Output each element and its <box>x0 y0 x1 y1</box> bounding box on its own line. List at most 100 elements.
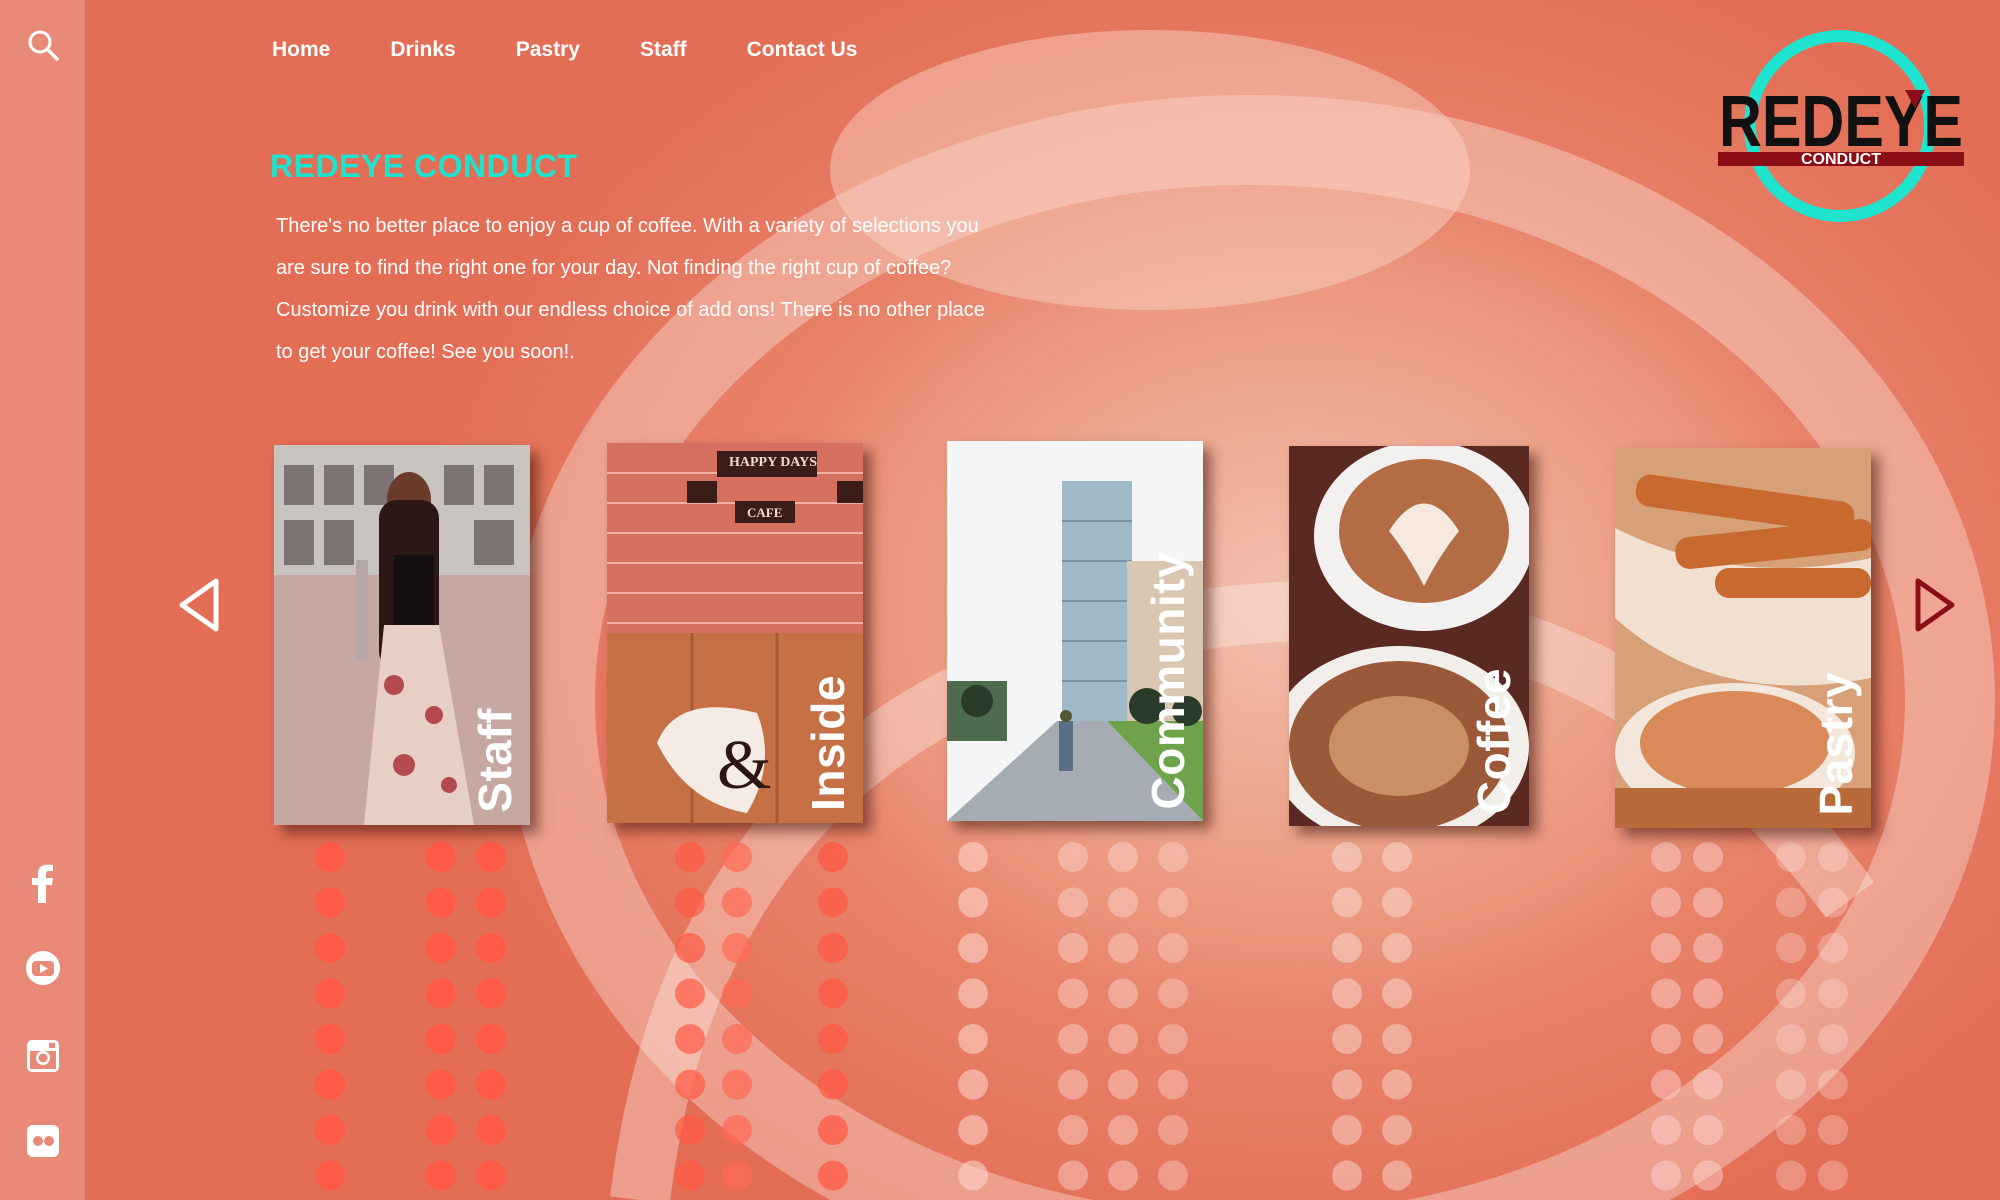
decor-dot <box>1693 887 1723 918</box>
decor-dot <box>315 933 345 963</box>
decor-dot <box>1693 1160 1723 1191</box>
decor-dot <box>315 1115 345 1145</box>
decor-dot <box>1058 842 1088 872</box>
svg-text:CONDUCT: CONDUCT <box>1801 151 1881 168</box>
decor-dot <box>1108 1160 1138 1191</box>
decor-dot <box>1818 978 1848 1009</box>
decor-dot <box>1776 1069 1806 1100</box>
decor-dot <box>958 1115 988 1145</box>
decor-dot <box>1332 842 1362 872</box>
decor-dot <box>1818 1024 1848 1054</box>
decor-dot <box>426 887 456 918</box>
decor-dot <box>426 978 456 1009</box>
decor-dot <box>958 978 988 1009</box>
decor-dot <box>722 1115 752 1145</box>
decor-dot <box>958 933 988 963</box>
decor-dot <box>818 842 848 872</box>
nav-drinks[interactable]: Drinks <box>390 38 455 62</box>
decor-dot <box>1158 1024 1188 1054</box>
carousel-prev-button[interactable] <box>176 575 226 635</box>
decor-dot <box>1651 978 1681 1009</box>
decor-dot <box>958 887 988 918</box>
decor-dot <box>1058 1160 1088 1191</box>
decor-dot <box>476 933 506 963</box>
prev-arrow-icon <box>179 578 219 632</box>
decor-dot <box>818 1160 848 1191</box>
decor-dot <box>1651 1115 1681 1145</box>
decor-dot <box>722 887 752 918</box>
page-title: REDEYE CONDUCT <box>270 148 578 184</box>
decor-dot <box>1108 933 1138 963</box>
decor-dot <box>476 978 506 1009</box>
nav-pastry[interactable]: Pastry <box>516 38 580 62</box>
social-sidebar <box>0 0 85 1200</box>
decor-dot <box>958 1160 988 1191</box>
card-community[interactable]: Community <box>947 441 1203 821</box>
decor-dot <box>818 1069 848 1100</box>
decor-dot <box>958 1069 988 1100</box>
flickr-icon[interactable] <box>22 1120 64 1162</box>
decor-dot <box>1108 887 1138 918</box>
card-inside[interactable]: & HAPPY DAYS CAFE Inside <box>607 443 863 823</box>
decor-dot <box>1382 1160 1412 1191</box>
decor-dot <box>818 978 848 1009</box>
decor-dot <box>1693 978 1723 1009</box>
decor-dot <box>1158 1069 1188 1100</box>
decor-dot <box>1776 1115 1806 1145</box>
redeye-conduct-logo[interactable]: REDEYE CONDUCT <box>1715 28 1975 228</box>
decor-dot <box>476 1115 506 1145</box>
decor-dot <box>476 1024 506 1054</box>
decor-dot <box>1776 1160 1806 1191</box>
decor-dot <box>1651 1069 1681 1100</box>
carousel-next-button[interactable] <box>1910 575 1960 635</box>
decor-dot <box>722 933 752 963</box>
decor-dot <box>315 887 345 918</box>
decor-dot <box>1332 1024 1362 1054</box>
instagram-icon[interactable] <box>22 1035 64 1077</box>
decor-dot <box>426 1160 456 1191</box>
search-icon[interactable] <box>22 24 64 66</box>
decor-dot <box>675 1069 705 1100</box>
decor-dot <box>1818 842 1848 872</box>
decor-dot <box>1693 933 1723 963</box>
decor-dot <box>1776 887 1806 918</box>
decor-dot <box>675 842 705 872</box>
youtube-icon[interactable] <box>22 947 64 989</box>
decor-dot <box>722 842 752 872</box>
decor-dot <box>1108 978 1138 1009</box>
decor-dot <box>476 1160 506 1191</box>
decor-dot <box>1693 1115 1723 1145</box>
decor-dot <box>426 842 456 872</box>
decor-dot <box>1776 842 1806 872</box>
decor-dot <box>675 933 705 963</box>
decor-dot <box>1651 933 1681 963</box>
decor-dot <box>315 1024 345 1054</box>
facebook-icon[interactable] <box>22 862 64 904</box>
decor-dot <box>1108 842 1138 872</box>
nav-staff[interactable]: Staff <box>640 38 687 62</box>
decor-dot <box>1651 887 1681 918</box>
decor-dot <box>1158 933 1188 963</box>
decor-dot <box>1776 1024 1806 1054</box>
sign-happy-days: HAPPY DAYS <box>729 455 818 470</box>
svg-text:&: & <box>717 727 771 804</box>
decor-dot <box>1382 887 1412 918</box>
card-label-staff: Staff <box>469 708 521 813</box>
decor-dot <box>722 1024 752 1054</box>
card-label-community: Community <box>1142 551 1194 810</box>
card-coffee[interactable]: Coffee <box>1289 446 1529 826</box>
decor-dot <box>315 1069 345 1100</box>
decor-dot <box>958 842 988 872</box>
decor-dot <box>426 933 456 963</box>
decor-dot <box>818 887 848 918</box>
nav-home[interactable]: Home <box>272 38 330 62</box>
decor-dot <box>315 842 345 872</box>
decor-dot <box>476 842 506 872</box>
decor-dot <box>1332 978 1362 1009</box>
decor-dot <box>1818 887 1848 918</box>
decor-dot <box>476 1069 506 1100</box>
nav-contact-us[interactable]: Contact Us <box>747 38 858 62</box>
decor-dot <box>818 1115 848 1145</box>
card-pastry[interactable]: Pastry <box>1615 448 1871 828</box>
card-staff[interactable]: Staff <box>274 445 530 825</box>
